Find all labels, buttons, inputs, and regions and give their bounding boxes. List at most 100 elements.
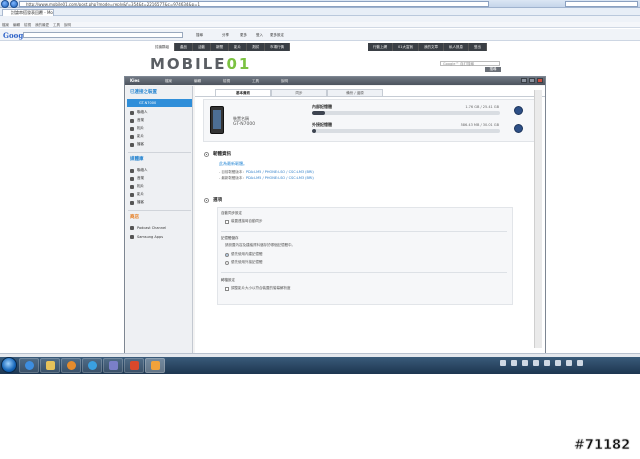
sidebar-divider [128, 210, 191, 211]
site-search-input[interactable]: Google™ 自訂搜尋 [440, 61, 500, 66]
sidebar-library-videos[interactable]: 影片 [130, 192, 144, 197]
device-model: GT-N7000 [233, 122, 256, 127]
tray-icon[interactable] [533, 360, 539, 366]
memory-title: 記憶體儲存 [221, 236, 239, 240]
menu-file[interactable]: 檔案 [2, 22, 9, 27]
google-signin-button[interactable]: 登入 [256, 32, 263, 38]
taskbar-app-ie[interactable] [19, 358, 39, 373]
tray-icon[interactable] [555, 360, 561, 366]
back-button[interactable] [1, 0, 9, 8]
menu-help[interactable]: 說明 [64, 22, 71, 27]
external-memory-label: 外接記憶體 [312, 122, 332, 127]
sidebar-library-contacts[interactable]: 聯絡人 [130, 168, 148, 173]
menu-tools[interactable]: 工具 [53, 22, 60, 27]
site-nav-tests[interactable]: 測試 [247, 43, 265, 51]
options-section-icon [204, 198, 209, 203]
kies-menu-tools[interactable]: 工具 [252, 77, 259, 85]
taskbar-app-paint[interactable] [103, 358, 123, 373]
contacts-icon [130, 110, 134, 115]
kies-menu-view[interactable]: 檢視 [223, 77, 230, 85]
tray-icon[interactable] [577, 360, 583, 366]
site-logo[interactable]: MOBILE01 [150, 55, 251, 73]
radio-icon[interactable] [225, 260, 229, 265]
site-nav-points[interactable]: 01大富翁 [393, 43, 419, 51]
auto-sync-option[interactable]: 裝置連接時自動同步 [225, 219, 263, 224]
site-nav-market[interactable]: 市場行情 [265, 43, 290, 51]
taskbar-app-kies-active[interactable] [145, 358, 165, 373]
taskbar-app-kies[interactable] [82, 358, 102, 373]
taskbar-app-explorer[interactable] [40, 358, 60, 373]
video-resize-option[interactable]: 調整影片大小以符合裝置的螢幕解析度 [225, 286, 291, 291]
checkbox-icon[interactable] [225, 286, 229, 291]
start-button[interactable] [1, 357, 17, 373]
site-nav-products[interactable]: 產品 [175, 43, 193, 51]
kies-menu-file[interactable]: 檔案 [165, 77, 172, 85]
google-search-input[interactable] [23, 32, 183, 38]
maximize-icon[interactable] [529, 78, 535, 83]
sidebar-library-music[interactable]: 音樂 [130, 176, 144, 181]
tab-sync[interactable]: 同步 [271, 89, 327, 96]
photo-icon [130, 184, 134, 189]
google-settings-button[interactable]: 更多設定 [270, 32, 284, 38]
sidebar-divider [128, 152, 191, 153]
tab-basic-info[interactable]: 基本資訊 [215, 89, 271, 96]
tray-icon[interactable] [522, 360, 528, 366]
memory-internal-option[interactable]: 優先使用內建記憶體 [225, 252, 263, 257]
sidebar-device-photos[interactable]: 相片 [130, 126, 144, 131]
kies-menu-edit[interactable]: 編輯 [194, 77, 201, 85]
tray-icon[interactable] [500, 360, 506, 366]
sidebar-device-podcasts[interactable]: 播客 [130, 142, 144, 147]
sidebar-device-videos[interactable]: 影片 [130, 134, 144, 139]
memory-external-option[interactable]: 優先使用外接記憶體 [225, 260, 263, 265]
tray-icon[interactable] [511, 360, 517, 366]
site-nav-logout[interactable]: 登出 [469, 43, 487, 51]
options-title: 選項 [213, 198, 222, 203]
logo-text: MOBILE [150, 55, 227, 73]
sidebar-device[interactable]: GT-N7000 [127, 99, 192, 107]
site-nav-messages[interactable]: 私人訊息 [444, 43, 469, 51]
taskbar-app-media[interactable] [61, 358, 81, 373]
site-nav-news[interactable]: 新聞 [211, 43, 229, 51]
checkbox-icon[interactable] [225, 219, 229, 224]
google-share-button[interactable]: 分享 [222, 32, 229, 38]
google-more-button[interactable]: 更多 [240, 32, 247, 38]
radio-selected-icon[interactable] [225, 252, 229, 257]
minimize-icon[interactable] [521, 78, 527, 83]
browser-search-input[interactable] [565, 1, 638, 7]
kies-scrollbar[interactable] [534, 90, 542, 348]
menu-view[interactable]: 檢視 [24, 22, 31, 27]
browser-tab[interactable]: 討論串搭發表回覆 - Mobile... [2, 9, 54, 16]
podcast-icon [130, 142, 134, 147]
sidebar-library-photos[interactable]: 相片 [130, 184, 144, 189]
external-memory-folder-icon[interactable] [514, 124, 523, 133]
internal-memory-folder-icon[interactable] [514, 106, 523, 115]
sidebar-device-contacts[interactable]: 聯絡人 [130, 110, 148, 115]
site-search-button[interactable]: 搜尋 [485, 67, 501, 72]
photo-icon [130, 126, 134, 131]
sidebar-library-podcasts[interactable]: 播客 [130, 200, 144, 205]
logo-accent: 01 [226, 55, 252, 73]
site-nav-forum[interactable]: 討論群組 [150, 43, 175, 51]
site-nav-my-posts[interactable]: 我的文章 [419, 43, 444, 51]
menu-favorites[interactable]: 我的最愛 [35, 22, 49, 27]
sidebar-store-podcast-channel[interactable]: Podcast Channel [130, 226, 166, 230]
sidebar-item-label: 播客 [137, 142, 144, 146]
sidebar-store-samsung-apps[interactable]: Samsung Apps [130, 235, 163, 239]
tray-icon[interactable] [566, 360, 572, 366]
menu-edit[interactable]: 編輯 [13, 22, 20, 27]
address-bar[interactable]: http://www.mobile01.com/post.php?mode=re… [19, 1, 489, 7]
site-nav-events[interactable]: 活動 [193, 43, 211, 51]
close-icon[interactable] [537, 78, 543, 83]
podcast-icon [130, 200, 134, 205]
forward-button[interactable] [10, 0, 18, 8]
site-nav-mobile[interactable]: 行動上網 [368, 43, 393, 51]
tab-backup-restore[interactable]: 備份 / 還原 [327, 89, 383, 96]
kies-menu-help[interactable]: 說明 [281, 77, 288, 85]
tray-icon[interactable] [544, 360, 550, 366]
kies-sidebar: 已連接之裝置 GT-N7000 聯絡人 音樂 相片 影片 播客 媒體庫 聯絡人 … [126, 86, 193, 354]
taskbar-app-office[interactable] [124, 358, 144, 373]
sidebar-device-music[interactable]: 音樂 [130, 118, 144, 123]
memory-internal-label: 優先使用內建記憶體 [231, 252, 263, 256]
site-nav-videos[interactable]: 影片 [229, 43, 247, 51]
google-search-button[interactable]: 搜尋 [196, 32, 203, 38]
